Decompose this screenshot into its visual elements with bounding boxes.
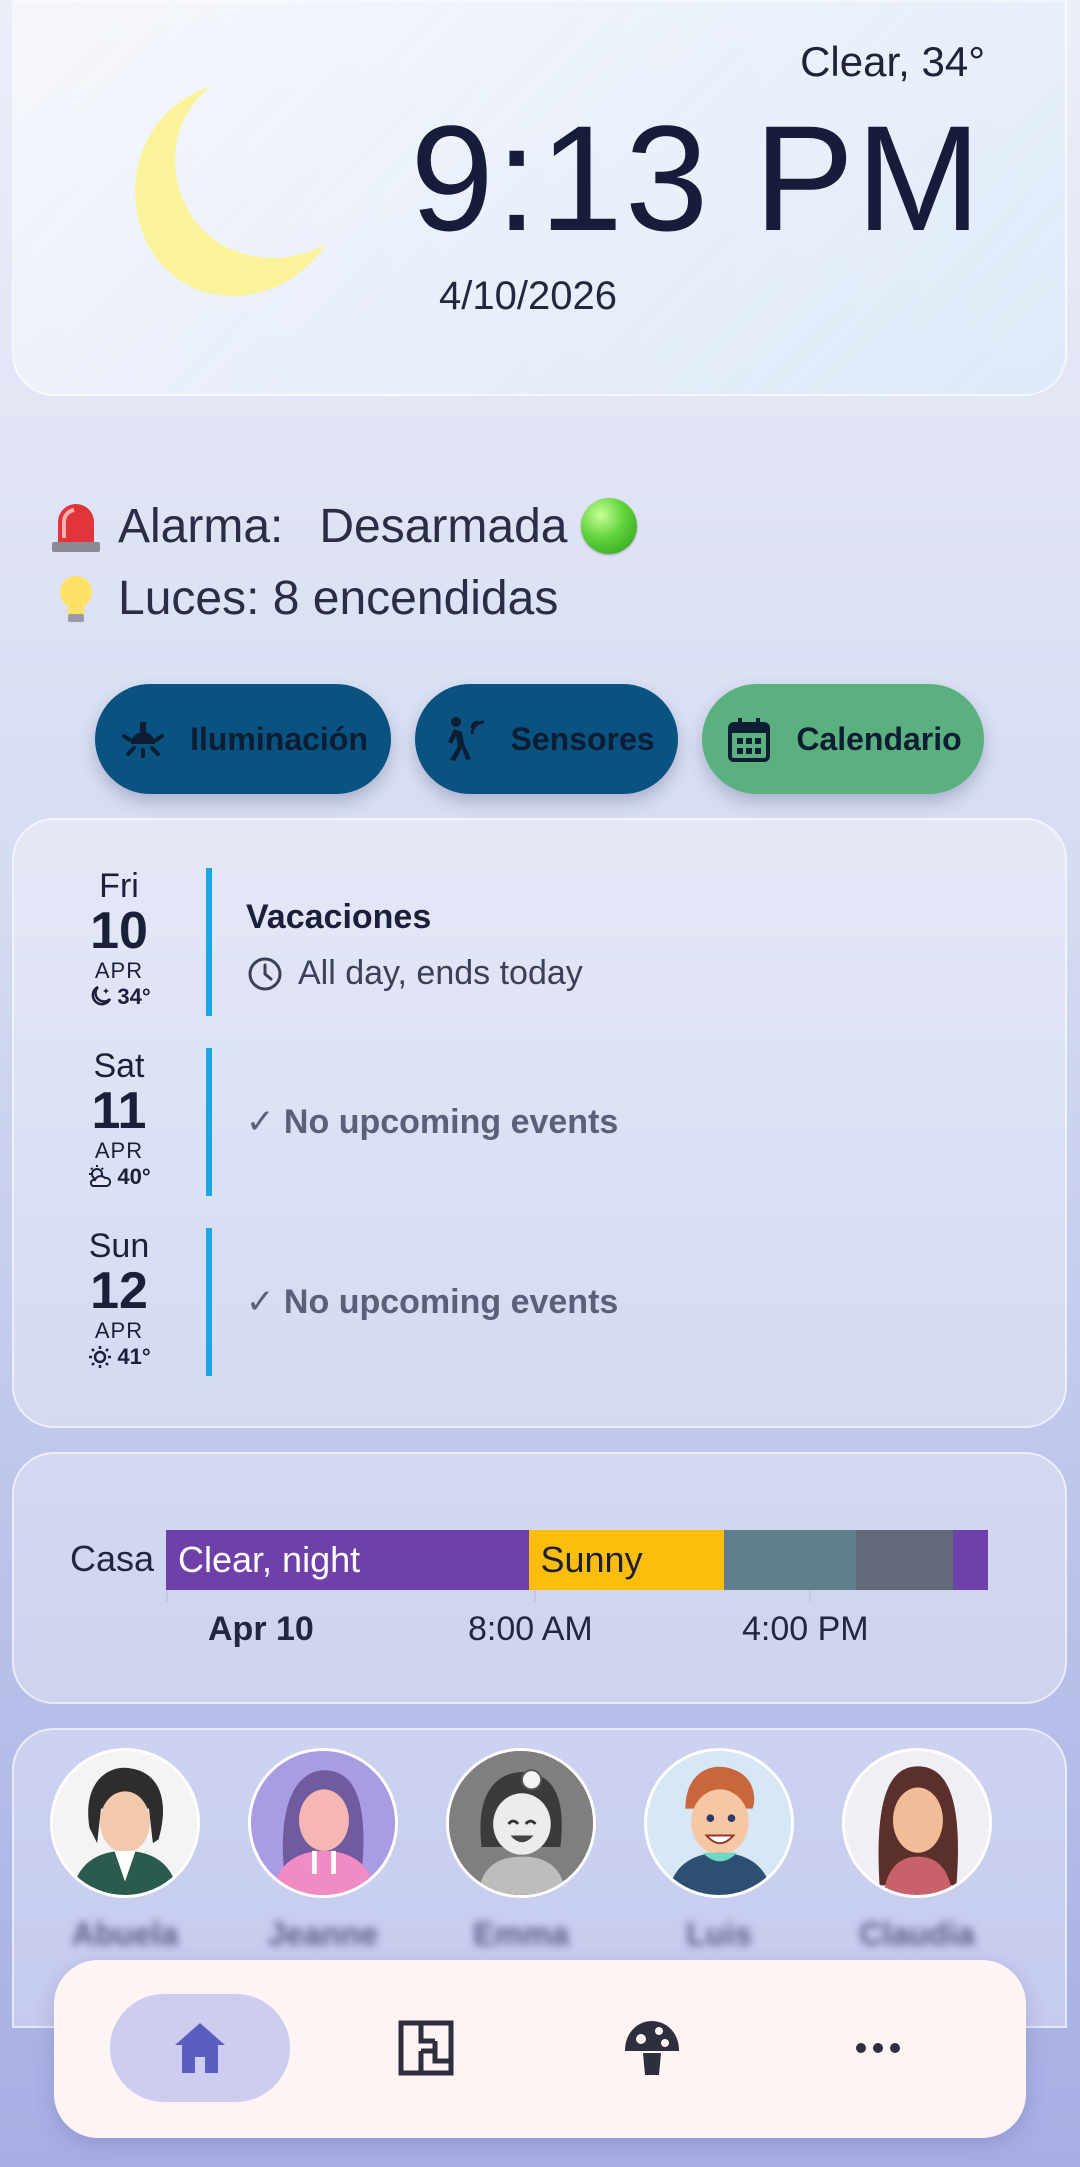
partly-cloudy-icon bbox=[89, 1165, 112, 1187]
no-events-text: ✓ No upcoming events bbox=[246, 1283, 619, 1321]
lighting-button[interactable]: Iluminación bbox=[95, 684, 391, 794]
person-name: Abuela bbox=[71, 1916, 179, 1952]
ceiling-light-icon bbox=[122, 722, 165, 758]
person-avatar-icon bbox=[449, 1751, 593, 1895]
timeline-date: Apr 10 bbox=[208, 1610, 314, 1648]
night-icon bbox=[91, 985, 112, 1006]
event-time-text: All day, ends today bbox=[298, 954, 583, 992]
avatar[interactable] bbox=[248, 1748, 398, 1898]
timeline-segment[interactable] bbox=[952, 1530, 988, 1590]
moon-icon bbox=[134, 86, 326, 297]
day-temp: 40° bbox=[117, 1164, 151, 1189]
day-number: 12 bbox=[90, 1262, 148, 1320]
day-of-week: Sat bbox=[93, 1047, 145, 1085]
timeline-tick bbox=[166, 1590, 168, 1602]
more-icon bbox=[856, 2043, 900, 2053]
day-number: 11 bbox=[91, 1082, 147, 1140]
bottom-navigation bbox=[54, 1960, 1026, 2138]
alarm-status[interactable]: Alarma: Desarmada bbox=[48, 498, 638, 554]
clock-time: 9:13 PM bbox=[410, 94, 983, 262]
event-time: All day, ends today bbox=[246, 954, 583, 993]
timeline-segment[interactable]: Clear, night bbox=[166, 1530, 529, 1590]
floorplan-icon bbox=[398, 2020, 454, 2076]
timeline-segment[interactable] bbox=[855, 1530, 953, 1590]
calendar-icon bbox=[728, 718, 771, 762]
day-weather: 41° bbox=[54, 1344, 184, 1370]
day-of-week: Fri bbox=[99, 867, 139, 905]
person-avatar-icon bbox=[53, 1751, 197, 1895]
no-events-text: ✓ No upcoming events bbox=[246, 1103, 619, 1141]
nav-mushroom-button[interactable] bbox=[562, 1994, 742, 2102]
home-icon bbox=[175, 2023, 225, 2073]
day-month: APR bbox=[94, 1138, 144, 1163]
clock-card: Clear, 34° 9:13 PM 4/10/2026 bbox=[12, 0, 1067, 396]
motion-sensor-icon bbox=[448, 717, 485, 761]
calendar-card: Fri 10 APR 34° Vacaciones All day, ends … bbox=[12, 818, 1067, 1428]
timeline-time: 4:00 PM bbox=[742, 1610, 869, 1648]
day-temp: 41° bbox=[117, 1344, 151, 1369]
avatar[interactable] bbox=[644, 1748, 794, 1898]
lighting-label: Iluminación bbox=[190, 720, 368, 757]
day-divider bbox=[206, 1228, 212, 1376]
day-month: APR bbox=[94, 1318, 144, 1343]
timeline-label: Casa bbox=[70, 1538, 155, 1579]
day-divider bbox=[206, 868, 212, 1016]
nav-home-button[interactable] bbox=[110, 1994, 290, 2102]
alarm-label: Alarma: bbox=[118, 499, 284, 553]
avatar[interactable] bbox=[842, 1748, 992, 1898]
day-of-week: Sun bbox=[88, 1227, 150, 1265]
person-avatar-icon bbox=[845, 1751, 989, 1895]
timeline-segment[interactable]: Sunny bbox=[528, 1530, 725, 1590]
weather-timeline-card: Casa Clear, night Sunny Apr 10 8:00 AM 4:… bbox=[12, 1452, 1067, 1704]
calendar-day: Sat 11 APR 40° bbox=[54, 1048, 184, 1190]
alarm-value: Desarmada bbox=[319, 499, 568, 553]
sensors-label: Sensores bbox=[510, 720, 655, 757]
calendar-button[interactable]: Calendario bbox=[702, 684, 984, 794]
sensors-button[interactable]: Sensores bbox=[415, 684, 678, 794]
lights-status[interactable]: Luces: 8 encendidas bbox=[48, 570, 558, 626]
timeline-time: 8:00 AM bbox=[468, 1610, 593, 1648]
timeline-tick bbox=[534, 1590, 536, 1602]
person-avatar-icon bbox=[251, 1751, 395, 1895]
lightbulb-icon bbox=[60, 576, 92, 622]
mushroom-icon bbox=[625, 2021, 679, 2075]
day-divider bbox=[206, 1048, 212, 1196]
current-weather: Clear, 34° bbox=[800, 38, 985, 85]
timeline-tick bbox=[809, 1590, 811, 1602]
clock-date: 4/10/2026 bbox=[439, 274, 617, 318]
avatar[interactable] bbox=[446, 1748, 596, 1898]
nav-more-button[interactable] bbox=[788, 1994, 968, 2102]
nav-floorplan-button[interactable] bbox=[336, 1994, 516, 2102]
event-title[interactable]: Vacaciones bbox=[246, 898, 431, 937]
person-name: Claudia bbox=[859, 1916, 975, 1952]
person-name: Jeanne bbox=[267, 1916, 379, 1952]
person-name: Luis bbox=[686, 1916, 752, 1952]
siren-icon bbox=[52, 504, 100, 552]
day-month: APR bbox=[94, 958, 144, 983]
sunny-icon bbox=[89, 1346, 112, 1368]
clock-icon bbox=[248, 957, 282, 990]
calendar-day: Sun 12 APR 41° bbox=[54, 1228, 184, 1370]
day-weather: 40° bbox=[54, 1164, 184, 1190]
day-temp: 34° bbox=[117, 984, 151, 1009]
calendar-label: Calendario bbox=[796, 720, 962, 757]
day-weather: 34° bbox=[54, 984, 184, 1010]
calendar-day: Fri 10 APR 34° bbox=[54, 868, 184, 1010]
timeline-bar[interactable]: Clear, night Sunny bbox=[166, 1530, 988, 1590]
lights-text: Luces: 8 encendidas bbox=[118, 571, 559, 625]
day-number: 10 bbox=[90, 902, 148, 960]
person-name: Emma bbox=[472, 1916, 570, 1952]
avatar[interactable] bbox=[50, 1748, 200, 1898]
alarm-ok-icon bbox=[581, 498, 638, 554]
person-avatar-icon bbox=[647, 1751, 791, 1895]
timeline-segment[interactable] bbox=[724, 1530, 856, 1590]
